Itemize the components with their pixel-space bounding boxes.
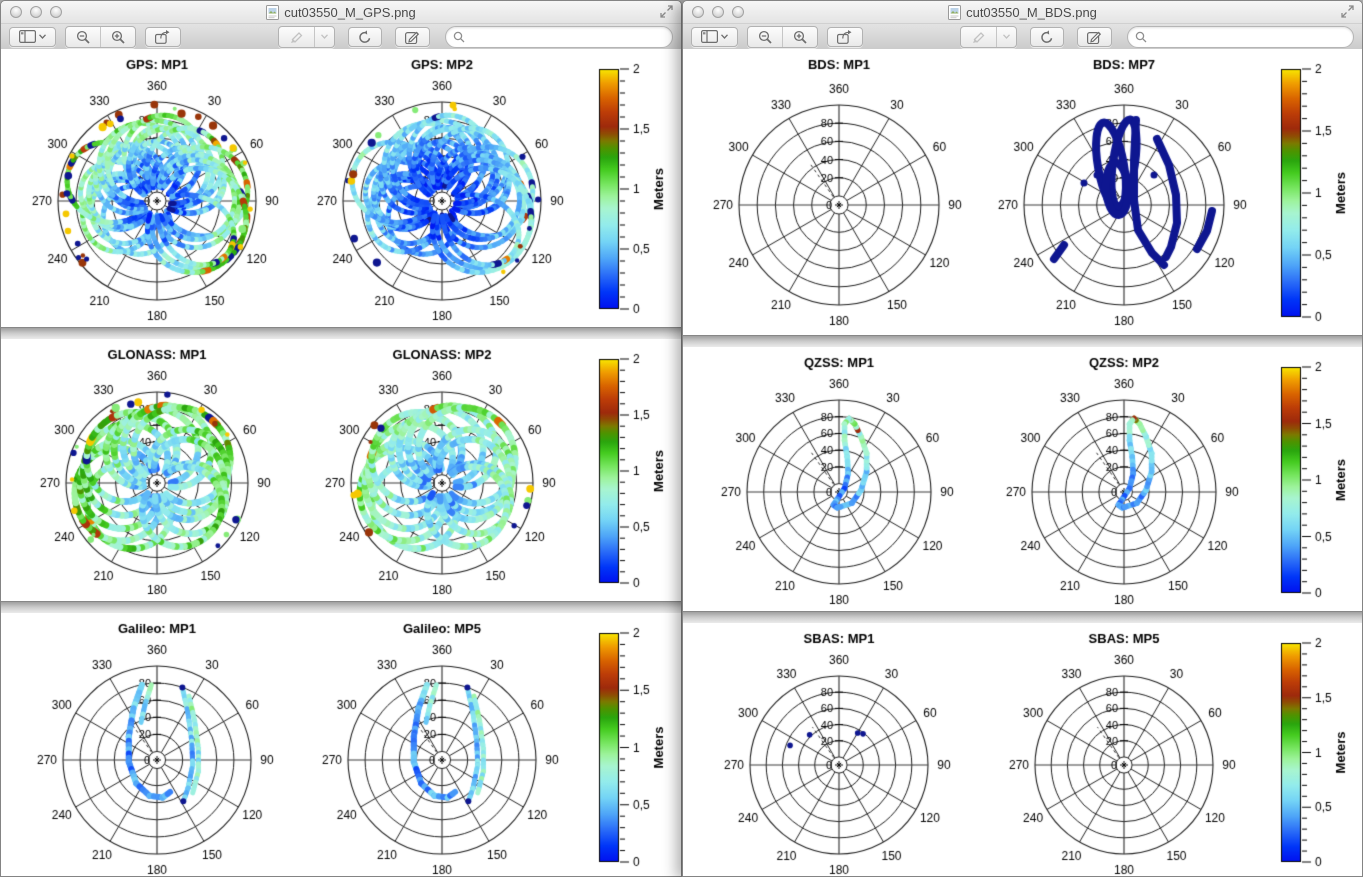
toolbar <box>683 24 1362 50</box>
preview-window-bds: cut03550_M_BDS.png <box>682 0 1363 877</box>
zoom-in-button[interactable] <box>782 27 817 47</box>
share-button[interactable] <box>145 27 181 47</box>
minimize-button[interactable] <box>30 6 42 18</box>
highlight-control <box>960 26 1017 48</box>
skyplot-glonass-mp2 <box>296 339 581 601</box>
search-field[interactable] <box>1127 26 1354 48</box>
highlight-dropdown-button[interactable] <box>314 27 334 47</box>
close-button[interactable] <box>10 6 22 18</box>
zoom-controls <box>65 26 136 48</box>
png-file-icon <box>266 5 279 20</box>
page-separator <box>683 335 1362 347</box>
markup-toolbar-button[interactable] <box>1077 27 1112 47</box>
zoom-in-icon <box>111 30 125 44</box>
skyplot-sbas-mp5 <box>978 623 1263 876</box>
skyplot-bds-mp7 <box>978 49 1263 335</box>
zoom-window-button[interactable] <box>50 6 62 18</box>
colorbar-meters <box>1263 49 1362 335</box>
document-view[interactable] <box>683 49 1362 876</box>
highlight-control <box>278 26 335 48</box>
sidebar-toggle-button[interactable] <box>9 27 56 47</box>
colorbar-meters <box>1263 347 1362 611</box>
colorbar-meters <box>581 339 681 601</box>
traffic-lights <box>692 6 744 18</box>
colorbar-meters <box>581 49 681 327</box>
chevron-down-icon <box>721 34 728 39</box>
zoom-out-icon <box>758 30 772 44</box>
skyplot-gps-mp2 <box>296 49 581 327</box>
titlebar[interactable]: cut03550_M_GPS.png <box>1 1 681 24</box>
skyplot-qzss-mp2 <box>978 347 1263 611</box>
zoom-out-icon <box>76 30 90 44</box>
document-view[interactable] <box>1 49 681 876</box>
share-button[interactable] <box>827 27 863 47</box>
skyplot-qzss-mp1 <box>693 347 978 611</box>
zoom-in-icon <box>793 30 807 44</box>
highlighter-icon <box>971 30 986 43</box>
png-file-icon <box>948 5 961 20</box>
markup-pencil-icon <box>1087 30 1102 44</box>
search-icon <box>453 31 465 43</box>
zoom-in-button[interactable] <box>100 27 135 47</box>
window-title: cut03550_M_BDS.png <box>966 5 1097 20</box>
highlighter-icon <box>289 30 304 43</box>
markup-pencil-icon <box>405 30 420 44</box>
markup-tools <box>278 26 430 48</box>
sidebar-toggle-button[interactable] <box>691 27 738 47</box>
zoom-controls <box>747 26 818 48</box>
skyplot-sbas-mp1 <box>693 623 978 876</box>
share-icon <box>155 30 171 44</box>
chevron-down-icon <box>1003 34 1010 39</box>
close-button[interactable] <box>692 6 704 18</box>
fullscreen-arrows-icon[interactable] <box>1341 5 1354 18</box>
zoom-out-button[interactable] <box>66 27 100 47</box>
minimize-button[interactable] <box>712 6 724 18</box>
search-icon <box>1135 31 1147 43</box>
skyplot-glonass-mp1 <box>11 339 296 601</box>
rotate-left-button[interactable] <box>1030 27 1064 47</box>
page-separator <box>1 601 681 613</box>
rotate-left-icon <box>358 30 372 44</box>
fullscreen-arrows-icon[interactable] <box>660 5 673 18</box>
sidebar-icon <box>19 30 36 43</box>
skyplot-gps-mp1 <box>11 49 296 327</box>
zoom-out-button[interactable] <box>748 27 782 47</box>
chevron-down-icon <box>321 34 328 39</box>
sidebar-icon <box>701 30 718 43</box>
colorbar-meters <box>581 613 681 876</box>
highlight-pen-button[interactable] <box>279 27 314 47</box>
highlight-dropdown-button[interactable] <box>996 27 1016 47</box>
rotate-left-button[interactable] <box>348 27 382 47</box>
search-input[interactable] <box>469 28 665 46</box>
chevron-down-icon <box>39 34 46 39</box>
markup-toolbar-button[interactable] <box>395 27 430 47</box>
toolbar <box>1 24 681 50</box>
skyplot-galileo-mp1 <box>11 613 296 876</box>
search-input[interactable] <box>1151 28 1346 46</box>
markup-tools <box>960 26 1112 48</box>
page-separator <box>683 611 1362 623</box>
page-separator <box>1 327 681 339</box>
search-field[interactable] <box>445 26 673 48</box>
traffic-lights <box>10 6 62 18</box>
titlebar[interactable]: cut03550_M_BDS.png <box>683 1 1362 24</box>
rotate-left-icon <box>1040 30 1054 44</box>
skyplot-bds-mp1 <box>693 49 978 335</box>
highlight-pen-button[interactable] <box>961 27 996 47</box>
share-icon <box>837 30 853 44</box>
colorbar-meters <box>1263 623 1362 876</box>
preview-window-gps: cut03550_M_GPS.png <box>0 0 682 877</box>
skyplot-galileo-mp5 <box>296 613 581 876</box>
window-title: cut03550_M_GPS.png <box>284 5 416 20</box>
zoom-window-button[interactable] <box>732 6 744 18</box>
